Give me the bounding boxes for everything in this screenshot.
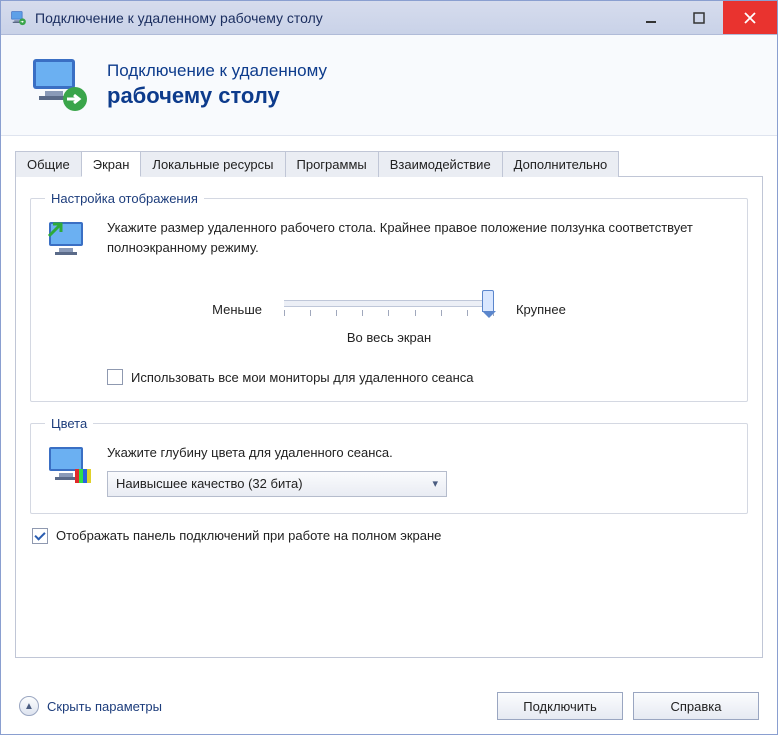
hide-options-link[interactable]: ▲ Скрыть параметры [19,696,162,716]
colors-description: Укажите глубину цвета для удаленного сеа… [107,443,733,463]
chevron-down-icon: ▾ [432,477,438,490]
banner: Подключение к удаленному рабочему столу [1,35,777,136]
colors-group: Цвета [30,416,748,514]
show-connection-bar-label: Отображать панель подключений при работе… [56,528,441,543]
tab-programs[interactable]: Программы [285,151,379,177]
banner-title-line1: Подключение к удаленному [107,61,327,81]
color-depth-value: Наивысшее качество (32 бита) [116,476,303,491]
display-settings-description: Укажите размер удаленного рабочего стола… [107,218,733,257]
colors-icon [45,443,93,491]
tab-advanced[interactable]: Дополнительно [502,151,620,177]
display-settings-legend: Настройка отображения [45,191,204,206]
tabs: Общие Экран Локальные ресурсы Программы … [15,150,763,176]
connect-button[interactable]: Подключить [497,692,623,720]
titlebar: Подключение к удаленному рабочему столу [1,1,777,35]
hide-options-label: Скрыть параметры [47,699,162,714]
tab-display[interactable]: Экран [81,151,142,177]
tab-body: Настройка отображения Укажите размер уда… [15,176,763,658]
minimize-button[interactable] [627,1,675,34]
tab-local[interactable]: Локальные ресурсы [140,151,285,177]
collapse-icon: ▲ [19,696,39,716]
colors-legend: Цвета [45,416,93,431]
help-button[interactable]: Справка [633,692,759,720]
slider-caption: Во весь экран [45,330,733,345]
maximize-button[interactable] [675,1,723,34]
display-size-icon [45,218,93,266]
slider-label-right: Крупнее [516,302,566,317]
window-title: Подключение к удаленному рабочему столу [35,10,627,26]
app-icon [9,9,27,27]
color-depth-dropdown[interactable]: Наивысшее качество (32 бита) ▾ [107,471,447,497]
rdp-icon [27,53,91,117]
show-connection-bar-checkbox[interactable] [32,528,48,544]
resolution-slider[interactable] [284,292,494,326]
banner-title-line2: рабочему столу [107,83,327,109]
use-all-monitors-checkbox[interactable] [107,369,123,385]
tab-general[interactable]: Общие [15,151,82,177]
slider-label-left: Меньше [212,302,262,317]
display-settings-group: Настройка отображения Укажите размер уда… [30,191,748,402]
use-all-monitors-label: Использовать все мои мониторы для удален… [131,370,474,385]
slider-thumb[interactable] [482,290,494,312]
tab-experience[interactable]: Взаимодействие [378,151,503,177]
close-button[interactable] [723,1,777,34]
